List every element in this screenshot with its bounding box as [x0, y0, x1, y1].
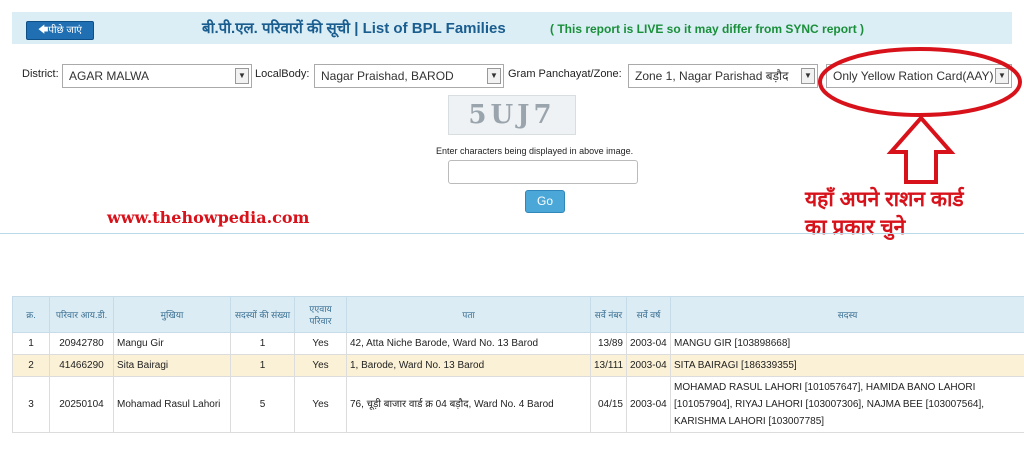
go-button[interactable]: Go	[525, 190, 565, 213]
bpl-families-table: क्र. परिवार आय.डी. मुखिया सदस्यों की संख…	[12, 296, 1024, 433]
ration-card-type-select[interactable]: Only Yellow Ration Card(AAY) ▼	[826, 64, 1012, 88]
ration-card-type-select-value: Only Yellow Ration Card(AAY)	[833, 69, 994, 83]
cell-survey-year: 2003-04	[626, 354, 671, 377]
watermark-text: www.thehowpedia.com	[107, 208, 310, 227]
cell-head: Mangu Gir	[113, 332, 231, 355]
cell-family-id: 20942780	[49, 332, 114, 355]
filter-row: District: AGAR MALWA ▼ LocalBody: Nagar …	[0, 62, 1024, 92]
captcha-image: 5UJ7	[448, 95, 576, 135]
cell-members-count: 1	[230, 354, 295, 377]
annotation-text-line1: यहाँ अपने राशन कार्ड	[805, 188, 964, 211]
chevron-down-icon[interactable]: ▼	[801, 68, 815, 84]
cell-aay: Yes	[294, 354, 347, 377]
captcha-input[interactable]	[448, 160, 638, 184]
district-select-value: AGAR MALWA	[69, 69, 150, 83]
cell-survey-year: 2003-04	[626, 376, 671, 433]
district-select[interactable]: AGAR MALWA ▼	[62, 64, 252, 88]
cell-address: 1, Barode, Ward No. 13 Barod	[346, 354, 591, 377]
captcha-instruction: Enter characters being displayed in abov…	[436, 146, 634, 156]
live-report-note: ( This report is LIVE so it may differ f…	[550, 22, 865, 36]
back-button[interactable]: 🡄पीछे जाएं	[26, 21, 94, 40]
column-header: सदस्य	[670, 296, 1024, 333]
gram-panchayat-select[interactable]: Zone 1, Nagar Parishad बड़ौद ▼	[628, 64, 818, 88]
localbody-label: LocalBody:	[255, 68, 310, 80]
report-header: 🡄पीछे जाएं बी.पी.एल. परिवारों की सूची | …	[12, 12, 1012, 44]
district-label: District:	[22, 68, 59, 80]
cell-members: SITA BAIRAGI [186339355]	[670, 354, 1024, 377]
cell-address: 42, Atta Niche Barode, Ward No. 13 Barod	[346, 332, 591, 355]
section-divider	[0, 233, 1024, 234]
table-row: 3 20250104 Mohamad Rasul Lahori 5 Yes 76…	[12, 376, 1024, 433]
localbody-select-value: Nagar Praishad, BAROD	[321, 69, 454, 83]
cell-survey-no: 13/89	[590, 332, 627, 355]
cell-survey-no: 13/111	[590, 354, 627, 377]
cell-sno: 1	[12, 332, 50, 355]
cell-head: Sita Bairagi	[113, 354, 231, 377]
gram-panchayat-select-value: Zone 1, Nagar Parishad बड़ौद	[635, 69, 789, 83]
cell-survey-year: 2003-04	[626, 332, 671, 355]
chevron-down-icon[interactable]: ▼	[487, 68, 501, 84]
cell-survey-no: 04/15	[590, 376, 627, 433]
cell-members: MANGU GIR [103898668]	[670, 332, 1024, 355]
annotation-text-line2: का प्रकार चुने	[805, 216, 906, 239]
cell-aay: Yes	[294, 376, 347, 433]
column-header: परिवार आय.डी.	[49, 296, 114, 333]
cell-aay: Yes	[294, 332, 347, 355]
table-row: 2 41466290 Sita Bairagi 1 Yes 1, Barode,…	[12, 354, 1024, 377]
cell-address: 76, चूड़ी बाजार वार्ड क्र 04 बड़ौद, Ward…	[346, 376, 591, 433]
column-header: सर्वे वर्ष	[626, 296, 671, 333]
table-row: 1 20942780 Mangu Gir 1 Yes 42, Atta Nich…	[12, 332, 1024, 355]
column-header: सर्वे नंबर	[590, 296, 627, 333]
column-header: पता	[346, 296, 591, 333]
cell-head: Mohamad Rasul Lahori	[113, 376, 231, 433]
column-header: मुखिया	[113, 296, 231, 333]
column-header: क्र.	[12, 296, 50, 333]
localbody-select[interactable]: Nagar Praishad, BAROD ▼	[314, 64, 504, 88]
cell-sno: 3	[12, 376, 50, 433]
chevron-down-icon[interactable]: ▼	[995, 68, 1009, 84]
gram-panchayat-label: Gram Panchayat/Zone:	[508, 68, 622, 80]
chevron-down-icon[interactable]: ▼	[235, 68, 249, 84]
cell-family-id: 20250104	[49, 376, 114, 433]
column-header: सदस्यों की संख्या	[230, 296, 295, 333]
cell-members: MOHAMAD RASUL LAHORI [101057647], HAMIDA…	[670, 376, 1024, 433]
up-arrow-icon	[886, 114, 956, 184]
cell-sno: 2	[12, 354, 50, 377]
table-header-row: क्र. परिवार आय.डी. मुखिया सदस्यों की संख…	[12, 296, 1024, 333]
column-header: एएवाय परिवार	[294, 296, 347, 333]
cell-members-count: 1	[230, 332, 295, 355]
page-title: बी.पी.एल. परिवारों की सूची | List of BPL…	[202, 20, 506, 37]
cell-members-count: 5	[230, 376, 295, 433]
cell-family-id: 41466290	[49, 354, 114, 377]
